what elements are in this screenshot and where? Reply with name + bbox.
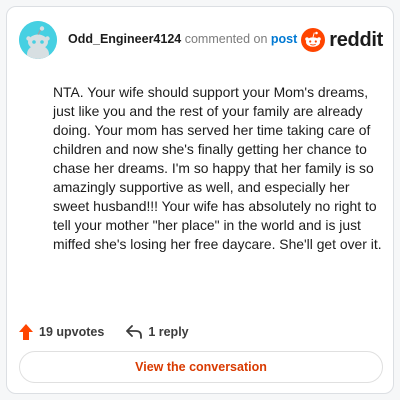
comment-meta: Odd_Engineer4124 commented on post bbox=[68, 32, 297, 46]
comment-header: Odd_Engineer4124 commented on post reddi… bbox=[19, 21, 383, 61]
upvote-count: 19 upvotes bbox=[39, 325, 105, 339]
upvote-button[interactable]: 19 upvotes bbox=[19, 324, 104, 340]
comment-actions: 19 upvotes 1 reply bbox=[19, 319, 189, 345]
upvote-arrow-icon bbox=[19, 324, 33, 340]
commented-on-text: commented on bbox=[184, 32, 268, 46]
username-link[interactable]: Odd_Engineer4124 bbox=[68, 32, 181, 46]
reddit-wordmark: reddit bbox=[329, 28, 383, 51]
reply-button[interactable]: 1 reply bbox=[126, 325, 189, 339]
view-conversation-button[interactable]: View the conversation bbox=[19, 351, 383, 383]
reddit-snoo-icon bbox=[301, 28, 326, 52]
reply-count: 1 reply bbox=[148, 325, 189, 339]
user-avatar-icon[interactable] bbox=[19, 21, 57, 59]
comment-card: Odd_Engineer4124 commented on post reddi… bbox=[6, 6, 394, 394]
post-link[interactable]: post bbox=[271, 32, 297, 46]
comment-body: NTA. Your wife should support your Mom's… bbox=[53, 84, 382, 252]
reply-arrow-icon bbox=[126, 325, 143, 339]
reddit-brand[interactable]: reddit bbox=[301, 27, 383, 53]
